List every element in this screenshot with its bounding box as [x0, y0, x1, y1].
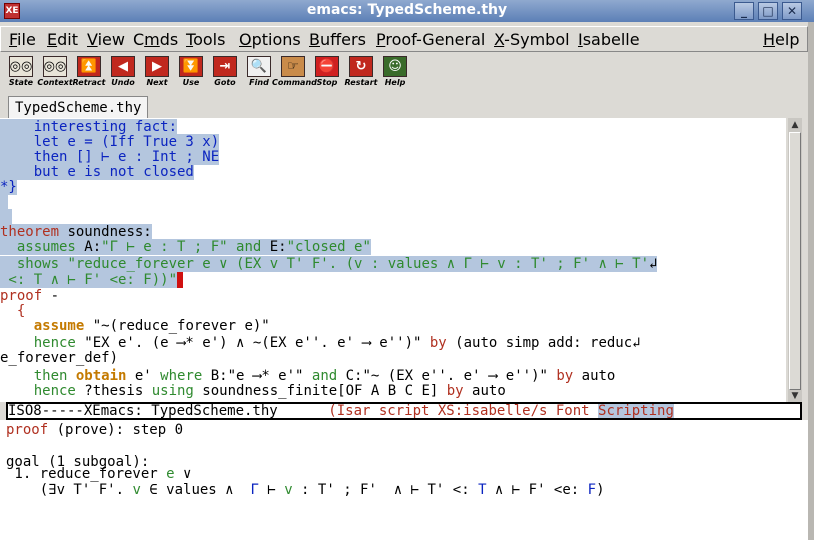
next-icon: ▶: [145, 56, 169, 77]
modeline: ISO8-----XEmacs: TypedScheme.thy (Isar s…: [6, 402, 802, 420]
editor-line: *}: [0, 179, 17, 195]
menu-buffers[interactable]: Buffers: [309, 30, 366, 49]
editor-buffer[interactable]: interesting fact: let e = (Iff True 3 x)…: [0, 118, 786, 402]
menu-x-symbol[interactable]: X-Symbol: [494, 30, 570, 49]
retract-icon: ⏫: [77, 56, 101, 77]
menu-edit[interactable]: Edit: [47, 30, 78, 49]
editor-line: assumes A:"Γ ⊢ e : T ; F" and E:"closed …: [0, 239, 371, 255]
find-button[interactable]: 🔍 Find: [244, 55, 274, 89]
editor-line: hence ?thesis using soundness_finite[OF …: [0, 383, 506, 399]
scrollbar-thumb[interactable]: [789, 132, 801, 390]
proof-general-toolbar: ◎◎ State ◎◎ Context ⏫ Retract ◀ Undo ▶ Next ⏬ Use ⇥ G…: [0, 54, 808, 92]
restart-button[interactable]: ↻ Restart: [345, 55, 377, 89]
next-button[interactable]: ▶ Next: [142, 55, 172, 89]
proof-response-buffer[interactable]: proof (prove): step 0 goal (1 subgoal): …: [0, 420, 808, 540]
command-icon: ☞: [281, 56, 305, 77]
stop-button[interactable]: ⛔ Stop: [312, 55, 342, 89]
state-button[interactable]: ◎◎ State: [6, 55, 36, 89]
stop-icon: ⛔: [315, 56, 339, 77]
context-button[interactable]: ◎◎ Context: [37, 55, 73, 89]
editor-line: hence "EX e'. (e ⟶* e') ∧ ~(EX e''. e' ⟶…: [0, 335, 641, 351]
response-line: (∃v T' F'. v ∈ values ∧ Γ ⊢ v : T' ; F' …: [6, 482, 605, 498]
minimize-icon[interactable]: _: [734, 2, 754, 20]
response-line: 1. reduce_forever e ∨: [6, 466, 192, 482]
menu-isabelle[interactable]: Isabelle: [578, 30, 640, 49]
retract-button[interactable]: ⏫ Retract: [73, 55, 105, 89]
editor-scrollbar[interactable]: ▲ ▼: [788, 118, 802, 402]
menu-view[interactable]: View: [87, 30, 125, 49]
goto-icon: ⇥: [213, 56, 237, 77]
modeline-buffer-info: ISO8-----XEmacs: TypedScheme.thy: [8, 403, 329, 419]
buffer-tab-typedscheme[interactable]: TypedScheme.thy: [8, 96, 149, 119]
undo-icon: ◀: [111, 56, 135, 77]
undo-button[interactable]: ◀ Undo: [108, 55, 138, 89]
editor-line: theorem soundness:: [0, 224, 152, 240]
help-button[interactable]: ☺ Help: [380, 55, 410, 89]
window-title: emacs: TypedScheme.thy: [306, 2, 508, 18]
editor-line: {: [0, 303, 26, 319]
close-icon[interactable]: ✕: [782, 2, 802, 20]
editor-line: assume "~(reduce_forever e)": [0, 318, 270, 334]
editor-line: then [] ⊢ e : Int ; NE: [0, 149, 220, 165]
menu-proof-general[interactable]: Proof-General: [376, 30, 485, 49]
menu-options[interactable]: Options: [239, 30, 301, 49]
response-line: [6, 438, 14, 454]
menu-help[interactable]: Help: [763, 30, 799, 49]
menu-cmds[interactable]: Cmds: [133, 30, 178, 49]
editor-line: [0, 194, 9, 210]
restart-icon: ↻: [349, 56, 373, 77]
toolbar-label: Help: [384, 78, 406, 87]
use-icon: ⏬: [179, 56, 203, 77]
eyes-context-icon: ◎◎: [43, 56, 67, 77]
window-titlebar: XE emacs: TypedScheme.thy _ □ ✕: [0, 0, 814, 22]
command-button[interactable]: ☞ Command: [272, 55, 317, 89]
editor-line: shows "reduce_forever e ∨ (EX v T' F'. (…: [0, 256, 658, 272]
editor-line: proof -: [0, 288, 60, 304]
editor-line: e_forever_def): [0, 350, 119, 366]
scroll-up-icon[interactable]: ▲: [789, 119, 801, 131]
help-icon: ☺: [383, 56, 407, 77]
modeline-mode: (Isar script XS:isabelle/s Font: [328, 403, 599, 419]
editor-line: <: T ∧ ⊢ F' <e: F))": [0, 272, 184, 288]
editor-line: then obtain e' where B:"e ⟶* e'" and C:"…: [0, 368, 616, 384]
editor-line: [0, 209, 12, 225]
response-line: proof (prove): step 0: [6, 422, 184, 438]
editor-line: interesting fact:: [0, 119, 178, 135]
wrap-arrow-icon: ↲: [649, 256, 658, 272]
menu-tools[interactable]: Tools: [186, 30, 225, 49]
eyes-icon: ◎◎: [9, 56, 33, 77]
menu-file[interactable]: File: [9, 30, 36, 49]
wrap-arrow-icon: ↲: [632, 335, 641, 351]
text-cursor: [177, 272, 184, 288]
editor-line: but e is not closed: [0, 164, 194, 180]
modeline-scripting: Scripting: [598, 403, 674, 419]
menubar: File Edit View Cmds Tools Options Buffers Proof…: [0, 26, 808, 52]
maximize-icon[interactable]: □: [758, 2, 778, 20]
editor-line: let e = (Iff True 3 x): [0, 134, 220, 150]
find-icon: 🔍: [247, 56, 271, 77]
window-border: [808, 22, 814, 540]
buffer-tab-row: TypedScheme.thy: [0, 94, 808, 119]
goto-button[interactable]: ⇥ Goto: [210, 55, 240, 89]
scroll-down-icon[interactable]: ▼: [789, 390, 801, 402]
use-button[interactable]: ⏬ Use: [176, 55, 206, 89]
